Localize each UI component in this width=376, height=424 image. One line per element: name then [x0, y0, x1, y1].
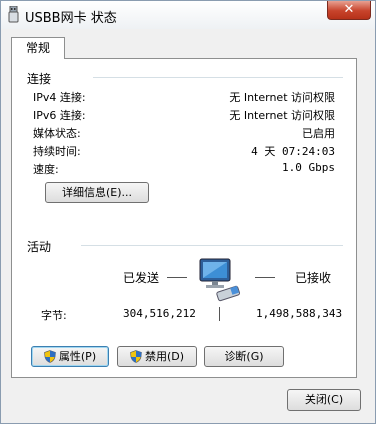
- properties-label: 属性(P): [58, 350, 97, 363]
- tab-panel-general: [11, 58, 357, 378]
- network-adapter-icon: [8, 6, 19, 23]
- bytes-received-value: 1,498,588,343: [256, 307, 343, 320]
- tab-general[interactable]: 常规: [11, 37, 65, 59]
- sent-label: 已发送: [123, 271, 160, 285]
- title-bar[interactable]: USBB网卡 状态 ✕: [1, 1, 375, 29]
- sent-dash: [167, 277, 187, 278]
- activity-divider: [81, 245, 343, 246]
- network-computer-icon: [199, 258, 240, 302]
- speed-value: 1.0 Gbps: [282, 161, 335, 174]
- received-dash: [255, 277, 275, 278]
- diagnose-button[interactable]: 诊断(G): [204, 346, 284, 367]
- connection-divider: [93, 77, 343, 78]
- window-title: USBB网卡 状态: [25, 11, 117, 26]
- properties-button[interactable]: 属性(P): [31, 346, 109, 367]
- uac-shield-icon: [130, 350, 142, 363]
- uac-shield-icon: [44, 350, 56, 363]
- status-dialog: USBB网卡 状态 ✕ 常规 连接 IPv4 连接: 无 Internet 访问…: [0, 0, 376, 424]
- received-label: 已接收: [295, 271, 332, 285]
- close-button[interactable]: 关闭(C): [287, 389, 361, 411]
- connection-section-title: 连接: [27, 72, 52, 86]
- bytes-sent-value: 304,516,212: [123, 307, 196, 320]
- details-button[interactable]: 详细信息(E)...: [45, 182, 149, 203]
- ipv4-label: IPv4 连接:: [33, 91, 86, 104]
- activity-section-title: 活动: [27, 240, 52, 254]
- speed-label: 速度:: [33, 163, 59, 176]
- duration-value: 4 天 07:24:03: [251, 145, 335, 158]
- media-state-label: 媒体状态:: [33, 127, 81, 140]
- ipv4-value: 无 Internet 访问权限: [229, 91, 335, 104]
- activity-separator: [219, 307, 220, 321]
- ipv6-label: IPv6 连接:: [33, 109, 86, 122]
- media-state-value: 已启用: [302, 127, 335, 140]
- disable-button[interactable]: 禁用(D): [117, 346, 197, 367]
- ipv6-value: 无 Internet 访问权限: [229, 109, 335, 122]
- close-window-button[interactable]: ✕: [327, 1, 371, 20]
- disable-label: 禁用(D): [144, 350, 185, 363]
- duration-label: 持续时间:: [33, 145, 81, 158]
- bytes-label: 字节:: [41, 309, 67, 322]
